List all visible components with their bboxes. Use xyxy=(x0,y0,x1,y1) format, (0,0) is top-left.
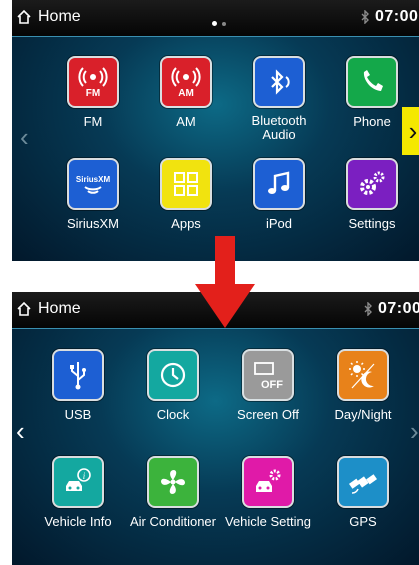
app-label: Bluetooth Audio xyxy=(251,113,307,142)
transition-arrow-icon xyxy=(195,236,255,328)
app-ipod[interactable]: iPod xyxy=(233,160,325,231)
page-dot xyxy=(222,22,226,26)
app-air-conditioner[interactable]: Air Conditioner xyxy=(127,458,219,529)
app-label: SiriusXM xyxy=(66,216,119,231)
usb-icon xyxy=(54,351,102,399)
clock-time: 07:00 xyxy=(378,300,419,317)
app-gps[interactable]: GPS xyxy=(317,458,409,529)
next-page-arrow[interactable]: › xyxy=(410,416,419,447)
phone-icon xyxy=(348,58,396,106)
svg-text:SiriusXM: SiriusXM xyxy=(76,175,110,184)
satellite-icon xyxy=(339,458,387,506)
status-bar: Home 07:00 xyxy=(12,0,419,37)
app-clock[interactable]: Clock xyxy=(127,351,219,422)
gears-icon xyxy=(348,160,396,208)
app-label: iPod xyxy=(265,216,293,231)
app-am[interactable]: AM AM xyxy=(140,58,232,129)
home-screen-page-2: Home 07:00 ‹ › USB Clock OFF Screen Off … xyxy=(12,292,419,565)
home-screen-page-1: Home 07:00 ‹ › FM FM AM AM Bluetooth Aud… xyxy=(12,0,419,261)
home-icon[interactable] xyxy=(16,9,32,25)
app-label: Day/Night xyxy=(334,407,392,422)
home-icon[interactable] xyxy=(16,301,32,317)
home-title: Home xyxy=(38,300,81,317)
apps-grid-icon xyxy=(162,160,210,208)
fm-radio-icon: FM xyxy=(69,58,117,106)
home-title: Home xyxy=(38,8,81,25)
app-usb[interactable]: USB xyxy=(32,351,124,422)
app-label: Vehicle Info xyxy=(44,514,112,529)
vehicle-info-icon: i xyxy=(54,458,102,506)
app-label: FM xyxy=(83,114,103,129)
app-label: GPS xyxy=(349,514,377,529)
music-note-icon xyxy=(255,160,303,208)
previous-page-arrow[interactable]: ‹ xyxy=(20,122,29,153)
clock-time: 07:00 xyxy=(375,8,419,25)
app-label: Vehicle Setting xyxy=(224,514,311,529)
app-screen-off[interactable]: OFF Screen Off xyxy=(222,351,314,422)
svg-text:AM: AM xyxy=(178,88,194,99)
bluetooth-icon xyxy=(364,302,372,316)
previous-page-arrow[interactable]: ‹ xyxy=(16,416,25,447)
app-day-night[interactable]: Day/Night xyxy=(317,351,409,422)
svg-text:FM: FM xyxy=(86,88,100,99)
fan-icon xyxy=(149,458,197,506)
app-vehicle-setting[interactable]: Vehicle Setting xyxy=(222,458,314,529)
app-label: Phone xyxy=(353,114,391,129)
app-vehicle-info[interactable]: i Vehicle Info xyxy=(32,458,124,529)
clock-icon xyxy=(149,351,197,399)
siriusxm-icon: SiriusXM xyxy=(69,160,117,208)
page-indicator xyxy=(212,13,231,31)
app-label: AM xyxy=(176,114,196,129)
vehicle-setting-icon xyxy=(244,458,292,506)
app-label: USB xyxy=(64,407,92,422)
app-fm[interactable]: FM FM xyxy=(47,58,139,129)
app-siriusxm[interactable]: SiriusXM SiriusXM xyxy=(47,160,139,231)
bluetooth-icon xyxy=(361,10,369,24)
app-bluetooth-audio[interactable]: Bluetooth Audio xyxy=(233,58,325,142)
screen-off-icon: OFF xyxy=(244,351,292,399)
app-label: Apps xyxy=(171,216,201,231)
app-label: Clock xyxy=(156,407,190,422)
page-dot-active xyxy=(212,21,217,26)
svg-text:i: i xyxy=(83,471,86,481)
app-label: Settings xyxy=(348,216,396,231)
screen-off-text: OFF xyxy=(261,379,283,391)
bluetooth-audio-icon xyxy=(255,58,303,106)
app-apps[interactable]: Apps xyxy=(140,160,232,231)
am-radio-icon: AM xyxy=(162,58,210,106)
app-settings[interactable]: Settings xyxy=(326,160,418,231)
app-phone[interactable]: Phone xyxy=(326,58,418,129)
app-label: Air Conditioner xyxy=(130,514,216,529)
day-night-icon xyxy=(339,351,387,399)
app-label: Screen Off xyxy=(237,407,299,422)
